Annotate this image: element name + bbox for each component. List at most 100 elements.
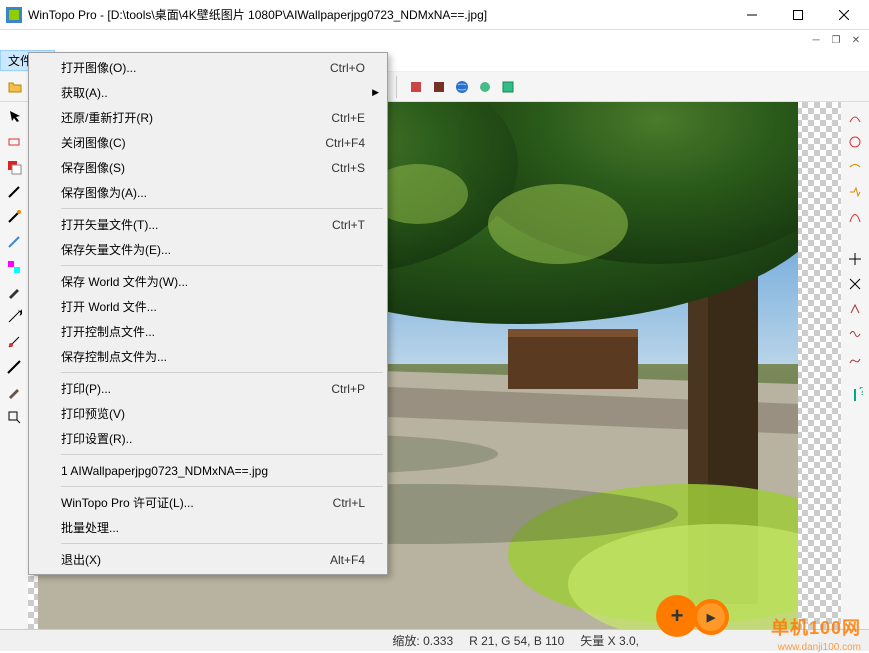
- menu-item[interactable]: 批量处理...: [31, 515, 385, 540]
- menu-item[interactable]: 保存 World 文件为(W)...: [31, 269, 385, 294]
- close-button[interactable]: [821, 0, 867, 30]
- menu-item-shortcut: Ctrl+T: [332, 218, 365, 232]
- curve4-icon[interactable]: [844, 181, 866, 203]
- menu-item-shortcut: Ctrl+F4: [325, 136, 365, 150]
- status-vector: 矢量 X 3.0,: [580, 632, 639, 649]
- snap1-icon[interactable]: [844, 248, 866, 270]
- menu-item-label: 获取(A)..: [61, 84, 365, 101]
- menu-item[interactable]: 打开 World 文件...: [31, 294, 385, 319]
- menu-item-label: 1 AIWallpaperjpg0723_NDMxNA==.jpg: [61, 464, 365, 478]
- menu-item-label: 保存图像为(A)...: [61, 184, 365, 201]
- curve1-icon[interactable]: [844, 106, 866, 128]
- status-rgb: R 21, G 54, B 110: [469, 634, 564, 648]
- menu-item-label: 打开矢量文件(T)...: [61, 216, 332, 233]
- status-zoom: 缩放: 0.333: [392, 632, 453, 649]
- crop-icon[interactable]: [3, 406, 25, 428]
- tool-a-icon[interactable]: [474, 76, 496, 98]
- menu-item[interactable]: 打开矢量文件(T)...Ctrl+T: [31, 212, 385, 237]
- menu-item-label: 打开控制点文件...: [61, 323, 365, 340]
- snap4-icon[interactable]: [844, 323, 866, 345]
- menu-item-label: 保存控制点文件为...: [61, 348, 365, 365]
- wand4-icon[interactable]: ★: [3, 306, 25, 328]
- menu-item[interactable]: 还原/重新打开(R)Ctrl+E: [31, 105, 385, 130]
- snap5-icon[interactable]: [844, 348, 866, 370]
- menu-item-label: 保存图像(S): [61, 159, 331, 176]
- mdi-close-button[interactable]: ✕: [847, 32, 865, 48]
- menu-item-shortcut: Alt+F4: [330, 553, 365, 567]
- menu-separator: [61, 265, 383, 266]
- mdi-minimize-button[interactable]: ─: [807, 32, 825, 48]
- curve3-icon[interactable]: [844, 156, 866, 178]
- menu-item[interactable]: 保存控制点文件为...: [31, 344, 385, 369]
- menu-item-shortcut: Ctrl+P: [331, 382, 365, 396]
- world-icon[interactable]: [451, 76, 473, 98]
- snap3-icon[interactable]: [844, 298, 866, 320]
- left-toolbox: ★: [0, 102, 28, 629]
- menu-separator: [61, 454, 383, 455]
- wand3-icon[interactable]: [3, 231, 25, 253]
- layer2-icon[interactable]: [428, 76, 450, 98]
- layer1-icon[interactable]: [405, 76, 427, 98]
- menu-item[interactable]: 保存图像(S)Ctrl+S: [31, 155, 385, 180]
- menu-item[interactable]: WinTopo Pro 许可证(L)...Ctrl+L: [31, 490, 385, 515]
- pen-icon[interactable]: [3, 281, 25, 303]
- menu-item-shortcut: Ctrl+E: [331, 111, 365, 125]
- brush-icon[interactable]: [3, 381, 25, 403]
- menu-item-shortcut: Ctrl+S: [331, 161, 365, 175]
- rect-tool-icon[interactable]: [3, 131, 25, 153]
- menu-item-shortcut: Ctrl+L: [333, 496, 365, 510]
- title-bar: WinTopo Pro - [D:\tools\桌面\4K壁纸图片 1080P\…: [0, 0, 869, 30]
- menu-separator: [61, 372, 383, 373]
- curve5-icon[interactable]: [844, 206, 866, 228]
- pointer-icon[interactable]: [3, 106, 25, 128]
- menu-item[interactable]: 打开控制点文件...: [31, 319, 385, 344]
- minimize-button[interactable]: [729, 0, 775, 30]
- tool-b-icon[interactable]: [497, 76, 519, 98]
- window-title: WinTopo Pro - [D:\tools\桌面\4K壁纸图片 1080P\…: [28, 6, 729, 23]
- separator-icon: [396, 76, 402, 98]
- menu-item-label: 保存 World 文件为(W)...: [61, 273, 365, 290]
- open-icon[interactable]: [4, 76, 26, 98]
- menu-item[interactable]: 保存矢量文件为(E)...: [31, 237, 385, 262]
- menu-item[interactable]: 打印设置(R)..: [31, 426, 385, 451]
- menu-separator: [61, 208, 383, 209]
- menu-separator: [61, 543, 383, 544]
- menu-separator: [61, 486, 383, 487]
- menu-item[interactable]: 保存图像为(A)...: [31, 180, 385, 205]
- mdi-restore-button[interactable]: ❐: [827, 32, 845, 48]
- menu-item-label: 关闭图像(C): [61, 134, 325, 151]
- menu-item[interactable]: 打印预览(V): [31, 401, 385, 426]
- menu-item-shortcut: Ctrl+O: [330, 61, 365, 75]
- app-icon: [6, 7, 22, 23]
- menu-item[interactable]: 打开图像(O)...Ctrl+O: [31, 55, 385, 80]
- svg-text:?: ?: [859, 387, 863, 398]
- menu-item-label: 还原/重新打开(R): [61, 109, 331, 126]
- right-toolbox: ?: [841, 102, 869, 629]
- color-fg-icon[interactable]: [3, 156, 25, 178]
- info-icon[interactable]: ?: [844, 384, 866, 406]
- line-tool-icon[interactable]: [3, 356, 25, 378]
- menu-item-label: 退出(X): [61, 551, 330, 568]
- wand5-icon[interactable]: [3, 331, 25, 353]
- menu-item[interactable]: 退出(X)Alt+F4: [31, 547, 385, 572]
- menu-item-label: WinTopo Pro 许可证(L)...: [61, 494, 333, 511]
- submenu-arrow-icon: ▶: [372, 87, 379, 98]
- menu-item[interactable]: 打印(P)...Ctrl+P: [31, 376, 385, 401]
- menu-item-label: 保存矢量文件为(E)...: [61, 241, 365, 258]
- file-menu-dropdown: 打开图像(O)...Ctrl+O 获取(A).. ▶ 还原/重新打开(R)Ctrl+E…: [28, 52, 388, 575]
- menu-item[interactable]: 1 AIWallpaperjpg0723_NDMxNA==.jpg: [31, 458, 385, 483]
- status-bar: 缩放: 0.333 R 21, G 54, B 110 矢量 X 3.0,: [0, 629, 869, 651]
- menu-item-label: 打印预览(V): [61, 405, 365, 422]
- maximize-button[interactable]: [775, 0, 821, 30]
- menu-item-label: 打开图像(O)...: [61, 59, 330, 76]
- colorbox-icon[interactable]: [3, 256, 25, 278]
- curve2-icon[interactable]: [844, 131, 866, 153]
- svg-text:★: ★: [17, 309, 22, 319]
- menu-item-label: 打开 World 文件...: [61, 298, 365, 315]
- menu-item[interactable]: 获取(A).. ▶: [31, 80, 385, 105]
- wand2-icon[interactable]: [3, 206, 25, 228]
- menu-item-label: 批量处理...: [61, 519, 365, 536]
- snap2-icon[interactable]: [844, 273, 866, 295]
- menu-item[interactable]: 关闭图像(C)Ctrl+F4: [31, 130, 385, 155]
- wand1-icon[interactable]: [3, 181, 25, 203]
